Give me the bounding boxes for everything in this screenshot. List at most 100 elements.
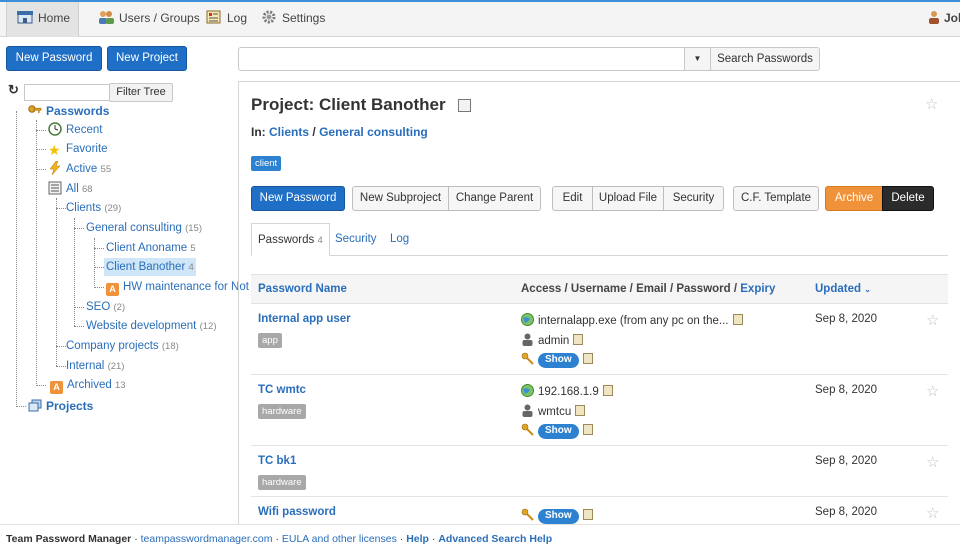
tree-item-general-consulting[interactable]: General consulting (15) (86, 219, 202, 237)
nav-user-menu[interactable]: Joh (926, 2, 960, 37)
show-password-button[interactable]: Show (538, 509, 579, 524)
nav-log[interactable]: Log (206, 2, 247, 37)
nav-settings-label: Settings (282, 11, 326, 25)
new-password-button[interactable]: New Password (6, 46, 102, 71)
tree-count-company-projects: (18) (161, 341, 179, 352)
upload-file-button[interactable]: Upload File (592, 186, 664, 211)
footer-help-link[interactable]: Help (406, 533, 429, 545)
column-access-label: Access / Username / Email / Password / (521, 283, 741, 295)
table-row[interactable]: TC bk1 hardware Sep 8, 2020 ☆ (251, 446, 948, 497)
favorite-star-icon[interactable]: ☆ (926, 455, 939, 470)
tab-security[interactable]: Security (335, 223, 377, 256)
copy-icon[interactable] (732, 314, 743, 325)
tree-filter-input[interactable] (24, 84, 110, 101)
tree-item-clients[interactable]: Clients (29) (66, 199, 121, 217)
footer-app-name: Team Password Manager (6, 533, 132, 545)
tab-passwords-label: Passwords (258, 234, 315, 246)
favorite-star-icon[interactable]: ☆ (925, 97, 938, 112)
footer-advanced-search-help-link[interactable]: Advanced Search Help (438, 533, 552, 545)
globe-icon (521, 384, 534, 397)
user-icon (522, 404, 533, 417)
password-name-link[interactable]: TC bk1 (258, 455, 296, 467)
tree-count-all: 68 (81, 184, 93, 195)
tab-passwords[interactable]: Passwords 4 (251, 223, 330, 256)
tab-passwords-count: 4 (317, 235, 323, 246)
tree-item-projects[interactable]: Projects (28, 397, 93, 415)
tree-count-internal: (21) (107, 361, 125, 372)
tree-label-client-banother: Client Banother (106, 261, 186, 273)
project-tag[interactable]: client (251, 156, 282, 171)
breadcrumb: In: Clients / General consulting (251, 125, 428, 139)
breadcrumb-general-consulting[interactable]: General consulting (319, 125, 428, 139)
password-tag[interactable]: hardware (258, 404, 306, 419)
tree-item-passwords[interactable]: Passwords (28, 102, 109, 120)
favorite-star-icon[interactable]: ☆ (926, 384, 939, 399)
tree-item-client-banother[interactable]: Client Banother 4 (104, 258, 196, 276)
log-icon (206, 10, 221, 24)
tree-item-favorite[interactable]: ★ Favorite (48, 140, 108, 158)
password-name-link[interactable]: Wifi password (258, 506, 336, 518)
favorite-star-icon[interactable]: ☆ (926, 313, 939, 328)
tree-label-company-projects: Company projects (66, 340, 159, 352)
password-tag[interactable]: app (258, 333, 282, 348)
footer-site-link[interactable]: teampasswordmanager.com (141, 533, 273, 545)
nav-users-label: Users / Groups (119, 11, 200, 25)
table-row[interactable]: Wifi password Show Sep 8, 2020 ☆ (251, 497, 948, 524)
edit-button[interactable]: Edit (552, 186, 593, 211)
security-button[interactable]: Security (663, 186, 724, 211)
show-password-button[interactable]: Show (538, 353, 579, 368)
favorite-star-icon[interactable]: ☆ (926, 506, 939, 521)
password-tag[interactable]: hardware (258, 475, 306, 490)
lightning-icon (49, 161, 61, 175)
table-row[interactable]: Internal app user app internalapp.exe (f… (251, 304, 948, 375)
column-password-name[interactable]: Password Name (258, 283, 347, 295)
search-passwords-button[interactable]: Search Passwords (710, 47, 820, 71)
tree-item-archived[interactable]: A Archived 13 (50, 376, 126, 394)
copy-icon[interactable] (575, 405, 586, 416)
tree-item-website-development[interactable]: Website development (12) (86, 317, 217, 335)
tree-item-company-projects[interactable]: Company projects (18) (66, 337, 179, 355)
show-password-button[interactable]: Show (538, 424, 579, 439)
breadcrumb-in-label: In: (251, 125, 266, 139)
footer-eula-link[interactable]: EULA and other licenses (282, 533, 397, 545)
refresh-icon[interactable]: ↻ (8, 82, 19, 98)
tree-label-internal: Internal (66, 360, 105, 372)
search-dropdown-button[interactable]: ▼ (684, 47, 711, 71)
delete-button[interactable]: Delete (882, 186, 934, 211)
tree-item-recent[interactable]: Recent (48, 121, 102, 139)
copy-icon[interactable] (602, 385, 613, 396)
tab-log[interactable]: Log (390, 223, 409, 256)
tree-item-hw-maintenance[interactable]: A HW maintenance for Not (106, 278, 249, 296)
nav-home[interactable]: Home (6, 2, 79, 37)
copy-icon[interactable] (573, 334, 584, 345)
table-header: Password Name Access / Username / Email … (251, 274, 948, 304)
table-row[interactable]: TC wmtc hardware 192.168.1.9 wmtcu Show … (251, 375, 948, 446)
tree-item-all[interactable]: All 68 (48, 180, 93, 198)
tree-item-active[interactable]: Active 55 (48, 160, 111, 178)
archive-button[interactable]: Archive (825, 186, 883, 211)
breadcrumb-clients[interactable]: Clients (269, 125, 309, 139)
new-project-button[interactable]: New Project (107, 46, 187, 71)
users-icon (99, 11, 114, 24)
project-info-icon[interactable] (458, 99, 471, 112)
password-name-link[interactable]: TC wmtc (258, 384, 306, 396)
password-name-link[interactable]: Internal app user (258, 313, 351, 325)
column-updated[interactable]: Updated ⌄ (815, 283, 871, 295)
search-input[interactable] (238, 47, 685, 71)
tree-item-seo[interactable]: SEO (2) (86, 298, 125, 316)
footer-separator: · (396, 533, 407, 545)
nav-users-groups[interactable]: Users / Groups (98, 2, 200, 37)
copy-icon[interactable] (582, 424, 593, 435)
cf-template-button[interactable]: C.F. Template (733, 186, 819, 211)
new-subproject-button[interactable]: New Subproject (352, 186, 449, 211)
column-expiry[interactable]: Expiry (740, 283, 775, 295)
tree-item-client-anoname[interactable]: Client Anoname 5 (106, 239, 196, 257)
copy-icon[interactable] (582, 509, 593, 520)
change-parent-button[interactable]: Change Parent (448, 186, 541, 211)
tree-item-internal[interactable]: Internal (21) (66, 357, 124, 375)
copy-icon[interactable] (582, 353, 593, 364)
nav-settings[interactable]: Settings (261, 2, 325, 37)
projects-icon (28, 399, 42, 412)
updated-date: Sep 8, 2020 (815, 506, 878, 518)
new-password-action-button[interactable]: New Password (251, 186, 345, 211)
